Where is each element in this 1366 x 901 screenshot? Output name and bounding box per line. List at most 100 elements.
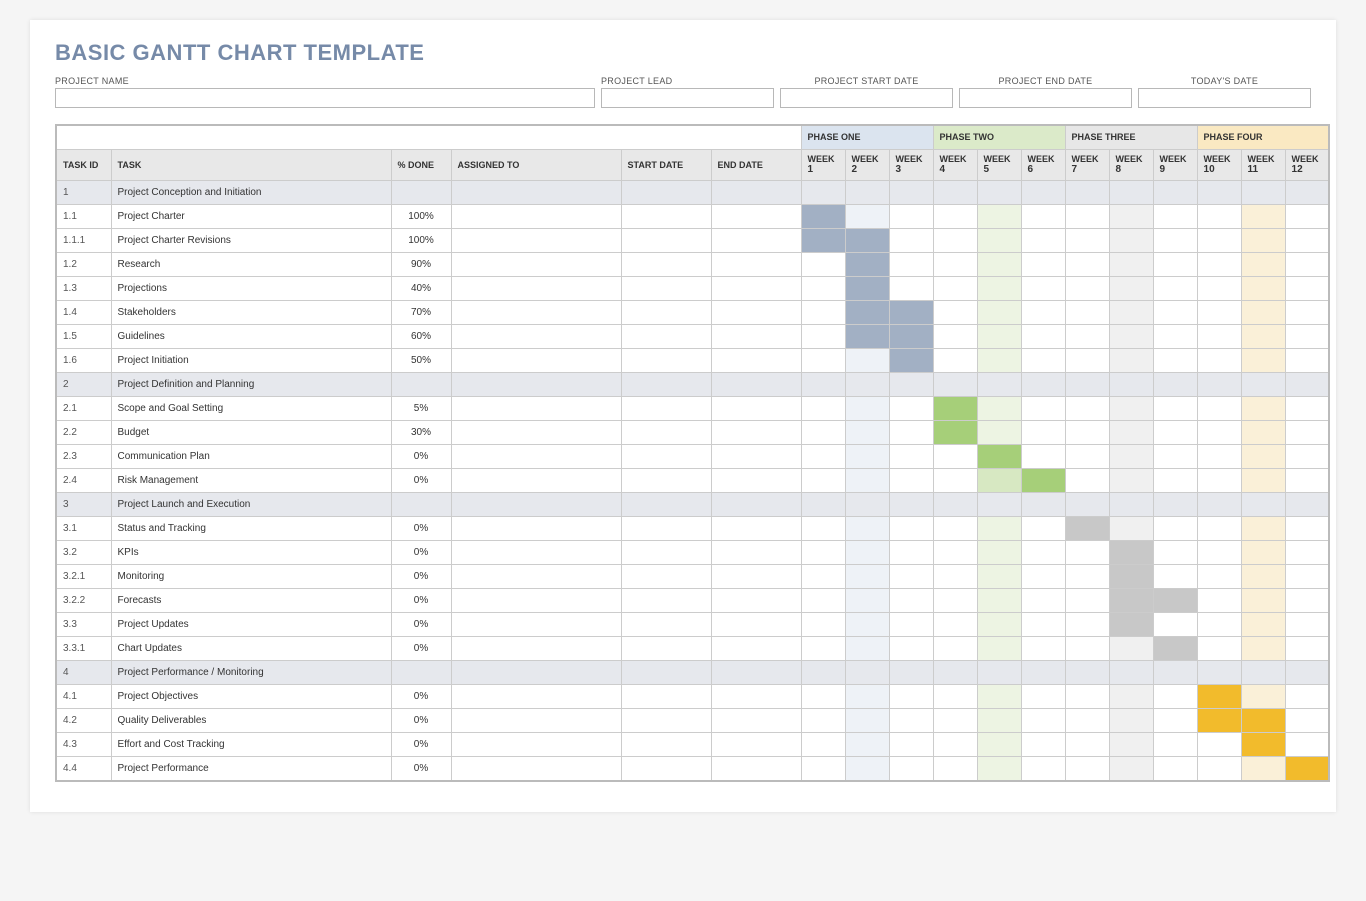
cell-week-7[interactable] — [1065, 661, 1109, 685]
cell-week-2[interactable] — [845, 373, 889, 397]
cell-week-11[interactable] — [1241, 301, 1285, 325]
cell-pct-done[interactable]: 0% — [391, 733, 451, 757]
cell-week-8[interactable] — [1109, 733, 1153, 757]
cell-week-8[interactable] — [1109, 325, 1153, 349]
cell-week-5[interactable] — [977, 493, 1021, 517]
cell-week-3[interactable] — [889, 253, 933, 277]
cell-week-7[interactable] — [1065, 349, 1109, 373]
cell-week-5[interactable] — [977, 277, 1021, 301]
cell-pct-done[interactable]: 0% — [391, 445, 451, 469]
cell-week-3[interactable] — [889, 373, 933, 397]
cell-pct-done[interactable]: 0% — [391, 469, 451, 493]
cell-week-12[interactable] — [1285, 349, 1329, 373]
cell-week-2[interactable] — [845, 613, 889, 637]
cell-pct-done[interactable]: 0% — [391, 589, 451, 613]
cell-week-4[interactable] — [933, 685, 977, 709]
cell-assigned-to[interactable] — [451, 349, 621, 373]
cell-week-6[interactable] — [1021, 757, 1065, 781]
cell-week-3[interactable] — [889, 349, 933, 373]
cell-end-date[interactable] — [711, 565, 801, 589]
cell-week-4[interactable] — [933, 445, 977, 469]
cell-week-1[interactable] — [801, 637, 845, 661]
cell-week-1[interactable] — [801, 517, 845, 541]
cell-week-10[interactable] — [1197, 565, 1241, 589]
cell-week-4[interactable] — [933, 373, 977, 397]
cell-end-date[interactable] — [711, 709, 801, 733]
cell-week-12[interactable] — [1285, 637, 1329, 661]
cell-week-11[interactable] — [1241, 229, 1285, 253]
cell-week-12[interactable] — [1285, 733, 1329, 757]
cell-week-2[interactable] — [845, 733, 889, 757]
cell-week-2[interactable] — [845, 493, 889, 517]
cell-week-2[interactable] — [845, 253, 889, 277]
cell-assigned-to[interactable] — [451, 637, 621, 661]
cell-week-1[interactable] — [801, 253, 845, 277]
cell-start-date[interactable] — [621, 517, 711, 541]
cell-week-9[interactable] — [1153, 637, 1197, 661]
cell-week-7[interactable] — [1065, 541, 1109, 565]
cell-week-12[interactable] — [1285, 589, 1329, 613]
cell-assigned-to[interactable] — [451, 757, 621, 781]
cell-end-date[interactable] — [711, 541, 801, 565]
cell-week-10[interactable] — [1197, 613, 1241, 637]
cell-assigned-to[interactable] — [451, 445, 621, 469]
cell-week-4[interactable] — [933, 253, 977, 277]
cell-week-6[interactable] — [1021, 613, 1065, 637]
cell-assigned-to[interactable] — [451, 253, 621, 277]
cell-pct-done[interactable]: 60% — [391, 325, 451, 349]
cell-week-4[interactable] — [933, 205, 977, 229]
cell-week-12[interactable] — [1285, 757, 1329, 781]
cell-week-12[interactable] — [1285, 229, 1329, 253]
cell-week-11[interactable] — [1241, 517, 1285, 541]
cell-assigned-to[interactable] — [451, 589, 621, 613]
cell-week-2[interactable] — [845, 445, 889, 469]
cell-week-9[interactable] — [1153, 493, 1197, 517]
cell-week-1[interactable] — [801, 301, 845, 325]
cell-week-2[interactable] — [845, 517, 889, 541]
cell-week-7[interactable] — [1065, 181, 1109, 205]
cell-week-3[interactable] — [889, 205, 933, 229]
cell-week-12[interactable] — [1285, 253, 1329, 277]
cell-pct-done[interactable]: 0% — [391, 685, 451, 709]
cell-week-12[interactable] — [1285, 541, 1329, 565]
cell-week-8[interactable] — [1109, 253, 1153, 277]
cell-week-12[interactable] — [1285, 685, 1329, 709]
cell-end-date[interactable] — [711, 469, 801, 493]
cell-end-date[interactable] — [711, 349, 801, 373]
cell-week-2[interactable] — [845, 709, 889, 733]
cell-week-12[interactable] — [1285, 397, 1329, 421]
cell-week-8[interactable] — [1109, 349, 1153, 373]
cell-week-9[interactable] — [1153, 565, 1197, 589]
project-name-input[interactable] — [55, 88, 595, 108]
cell-week-8[interactable] — [1109, 541, 1153, 565]
cell-week-4[interactable] — [933, 469, 977, 493]
cell-assigned-to[interactable] — [451, 733, 621, 757]
cell-week-5[interactable] — [977, 253, 1021, 277]
cell-week-5[interactable] — [977, 421, 1021, 445]
cell-week-7[interactable] — [1065, 613, 1109, 637]
cell-start-date[interactable] — [621, 301, 711, 325]
cell-week-12[interactable] — [1285, 565, 1329, 589]
cell-start-date[interactable] — [621, 277, 711, 301]
cell-end-date[interactable] — [711, 397, 801, 421]
cell-pct-done[interactable]: 0% — [391, 541, 451, 565]
cell-week-5[interactable] — [977, 517, 1021, 541]
cell-end-date[interactable] — [711, 277, 801, 301]
cell-week-10[interactable] — [1197, 325, 1241, 349]
cell-week-2[interactable] — [845, 637, 889, 661]
cell-week-4[interactable] — [933, 349, 977, 373]
cell-start-date[interactable] — [621, 205, 711, 229]
cell-pct-done[interactable]: 5% — [391, 397, 451, 421]
cell-week-9[interactable] — [1153, 589, 1197, 613]
cell-week-1[interactable] — [801, 397, 845, 421]
cell-end-date[interactable] — [711, 205, 801, 229]
cell-week-9[interactable] — [1153, 277, 1197, 301]
cell-week-11[interactable] — [1241, 733, 1285, 757]
cell-week-5[interactable] — [977, 709, 1021, 733]
cell-start-date[interactable] — [621, 253, 711, 277]
cell-week-9[interactable] — [1153, 613, 1197, 637]
cell-assigned-to[interactable] — [451, 685, 621, 709]
cell-week-9[interactable] — [1153, 301, 1197, 325]
cell-week-10[interactable] — [1197, 661, 1241, 685]
cell-week-10[interactable] — [1197, 301, 1241, 325]
